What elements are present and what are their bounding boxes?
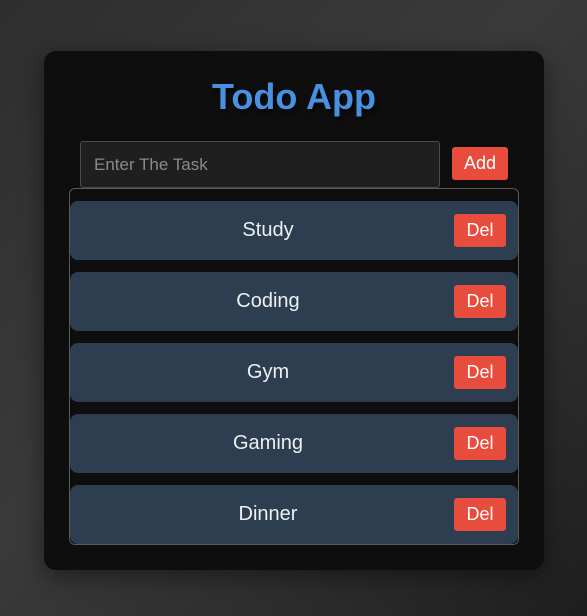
delete-task-button[interactable]: Del — [454, 214, 506, 247]
task-item: Study Del — [70, 201, 518, 260]
task-label: Dinner — [238, 503, 298, 525]
task-item: Dinner Del — [70, 485, 518, 544]
task-label: Study — [242, 219, 294, 241]
task-label: Gym — [246, 361, 290, 383]
task-item: Gaming Del — [70, 414, 518, 473]
app-title: Todo App — [212, 76, 376, 117]
delete-task-button[interactable]: Del — [454, 498, 506, 531]
delete-task-button[interactable]: Del — [454, 285, 506, 318]
task-list: Study Del Coding Del Gym Del Gaming Del … — [69, 188, 519, 545]
task-label: Coding — [236, 290, 300, 312]
add-task-button[interactable]: Add — [452, 147, 508, 180]
delete-task-button[interactable]: Del — [454, 427, 506, 460]
task-label: Gaming — [232, 432, 304, 454]
todo-app-card: Todo App Add Study Del Coding Del Gym De… — [44, 51, 544, 570]
task-input[interactable] — [80, 141, 440, 188]
task-item: Gym Del — [70, 343, 518, 402]
delete-task-button[interactable]: Del — [454, 356, 506, 389]
task-item: Coding Del — [70, 272, 518, 331]
